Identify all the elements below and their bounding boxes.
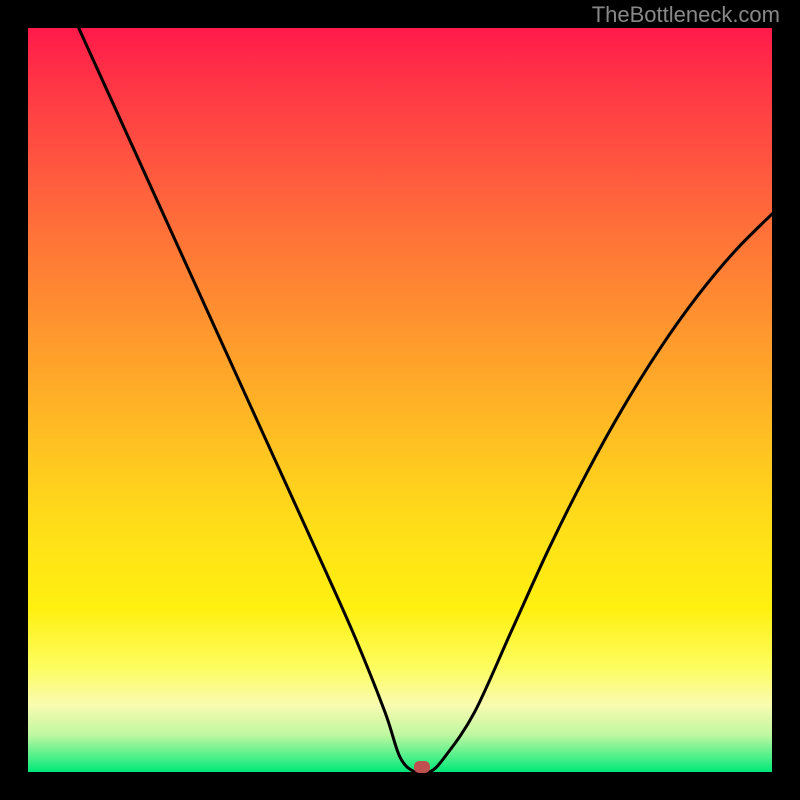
plot-area	[28, 28, 772, 772]
watermark-text: TheBottleneck.com	[592, 2, 780, 28]
chart-container: TheBottleneck.com	[0, 0, 800, 800]
vertex-marker	[414, 761, 430, 773]
curve-path	[28, 28, 772, 772]
curve-svg	[28, 28, 772, 772]
